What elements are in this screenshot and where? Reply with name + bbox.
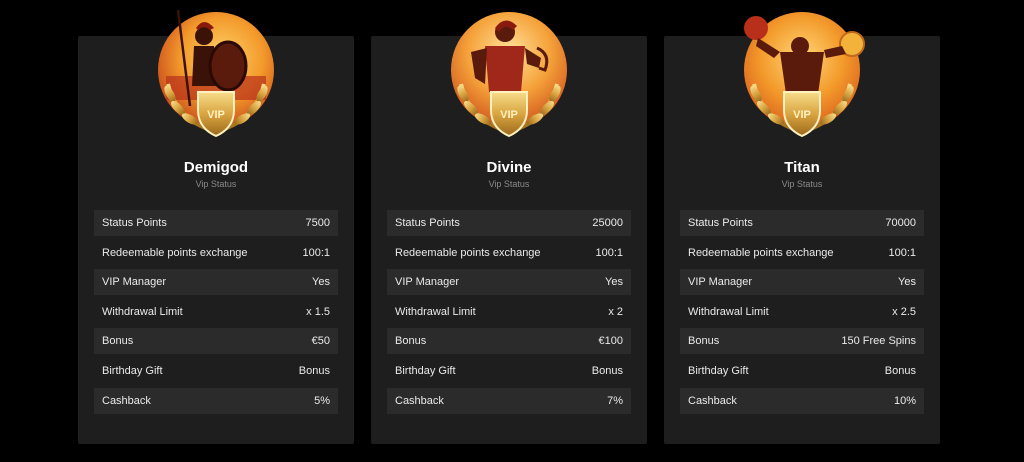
benefit-row: Status Points 70000 <box>680 210 924 236</box>
benefit-label: Redeemable points exchange <box>102 246 248 259</box>
benefit-value: 25000 <box>592 217 623 229</box>
benefit-row: Withdrawal Limit x 2.5 <box>680 299 924 325</box>
benefit-label: Bonus <box>395 335 427 348</box>
benefit-label: Birthday Gift <box>688 364 749 377</box>
benefit-label: Status Points <box>395 217 460 229</box>
benefit-value: Yes <box>312 276 330 289</box>
benefit-label: VIP Manager <box>688 276 753 289</box>
tier-subtitle: Vip Status <box>781 179 823 189</box>
spartan-warrior-vip-icon: VIP <box>148 6 284 146</box>
benefit-row: VIP Manager Yes <box>387 269 631 296</box>
benefit-row: Bonus 150 Free Spins <box>680 328 924 355</box>
benefit-label: Birthday Gift <box>395 364 456 377</box>
benefit-label: Status Points <box>688 217 753 229</box>
benefit-row: Cashback 5% <box>94 387 338 414</box>
tier-benefits-list: Status Points 70000 Redeemable points exc… <box>680 210 924 417</box>
benefit-row: Redeemable points exchange 100:1 <box>680 240 924 266</box>
benefit-row: Birthday Gift Bonus <box>387 358 631 384</box>
vip-shield-text: VIP <box>793 109 811 121</box>
benefit-label: VIP Manager <box>395 276 460 289</box>
benefit-value: x 2.5 <box>892 305 916 318</box>
benefit-row: Status Points 25000 <box>387 210 631 236</box>
benefit-row: Cashback 7% <box>387 387 631 414</box>
benefit-label: Withdrawal Limit <box>102 305 183 318</box>
benefit-value: Bonus <box>298 364 330 377</box>
benefit-row: Withdrawal Limit x 2 <box>387 299 631 325</box>
benefit-row: Redeemable points exchange 100:1 <box>387 240 631 266</box>
benefit-row: Status Points 7500 <box>94 210 338 236</box>
benefit-row: Birthday Gift Bonus <box>94 358 338 384</box>
benefit-row: Birthday Gift Bonus <box>680 358 924 384</box>
benefit-row: Bonus €50 <box>94 328 338 355</box>
vip-shield-text: VIP <box>500 109 518 121</box>
benefit-value: Yes <box>898 276 916 289</box>
tier-name: Demigod <box>183 159 249 176</box>
benefit-value: 7% <box>607 394 623 407</box>
benefit-label: Cashback <box>688 394 737 407</box>
vip-card-divine: VIP Divine Vip Status Status Points 25000… <box>371 12 647 444</box>
vip-emblem-graphic: VIP <box>158 9 274 138</box>
benefit-label: Status Points <box>102 217 167 229</box>
benefit-label: Cashback <box>395 394 444 407</box>
tier-benefits-list: Status Points 7500 Redeemable points exch… <box>94 210 338 417</box>
benefit-value: 100:1 <box>595 246 623 259</box>
tier-benefits-list: Status Points 25000 Redeemable points exc… <box>387 210 631 417</box>
benefit-label: Withdrawal Limit <box>395 305 476 318</box>
vip-emblem-graphic: VIP <box>451 12 567 138</box>
benefit-value: 7500 <box>305 217 330 229</box>
benefit-row: Bonus €100 <box>387 328 631 355</box>
benefit-label: Withdrawal Limit <box>688 305 769 318</box>
god-with-lyre-vip-icon: VIP <box>441 6 577 146</box>
vip-shield-text: VIP <box>207 109 225 121</box>
benefit-row: Redeemable points exchange 100:1 <box>94 240 338 266</box>
benefit-label: Bonus <box>102 335 134 348</box>
benefit-row: Withdrawal Limit x 1.5 <box>94 299 338 325</box>
benefit-value: €100 <box>598 335 623 348</box>
benefit-label: Redeemable points exchange <box>395 246 541 259</box>
benefit-value: €50 <box>311 335 330 348</box>
benefit-value: Yes <box>605 276 623 289</box>
vip-emblem-graphic: VIP <box>744 12 865 138</box>
benefit-value: 100:1 <box>302 246 330 259</box>
tier-name: Divine <box>486 159 532 176</box>
benefit-row: VIP Manager Yes <box>680 269 924 296</box>
benefit-value: x 1.5 <box>306 305 330 318</box>
vip-card-demigod: VIP Demigod Vip Status Status Points 7500… <box>78 9 354 444</box>
benefit-value: Bonus <box>884 364 916 377</box>
benefit-row: Cashback 10% <box>680 387 924 414</box>
vip-card-titan: VIP Titan Vip Status Status Points 70000 … <box>664 12 940 444</box>
benefit-value: 5% <box>314 394 330 407</box>
benefit-value: x 2 <box>608 305 623 318</box>
tier-name: Titan <box>784 159 820 176</box>
benefit-value: Bonus <box>591 364 623 377</box>
benefit-label: Birthday Gift <box>102 364 163 377</box>
benefit-label: Redeemable points exchange <box>688 246 834 259</box>
benefit-label: VIP Manager <box>102 276 167 289</box>
titan-holding-spheres-vip-icon: VIP <box>734 6 870 146</box>
tier-subtitle: Vip Status <box>488 179 530 189</box>
benefit-label: Bonus <box>688 335 720 348</box>
benefit-value: 100:1 <box>888 246 916 259</box>
benefit-row: VIP Manager Yes <box>94 269 338 296</box>
tier-subtitle: Vip Status <box>195 179 237 189</box>
benefit-value: 70000 <box>885 217 916 229</box>
benefit-value: 10% <box>893 394 916 407</box>
benefit-value: 150 Free Spins <box>841 335 916 348</box>
benefit-label: Cashback <box>102 394 151 407</box>
